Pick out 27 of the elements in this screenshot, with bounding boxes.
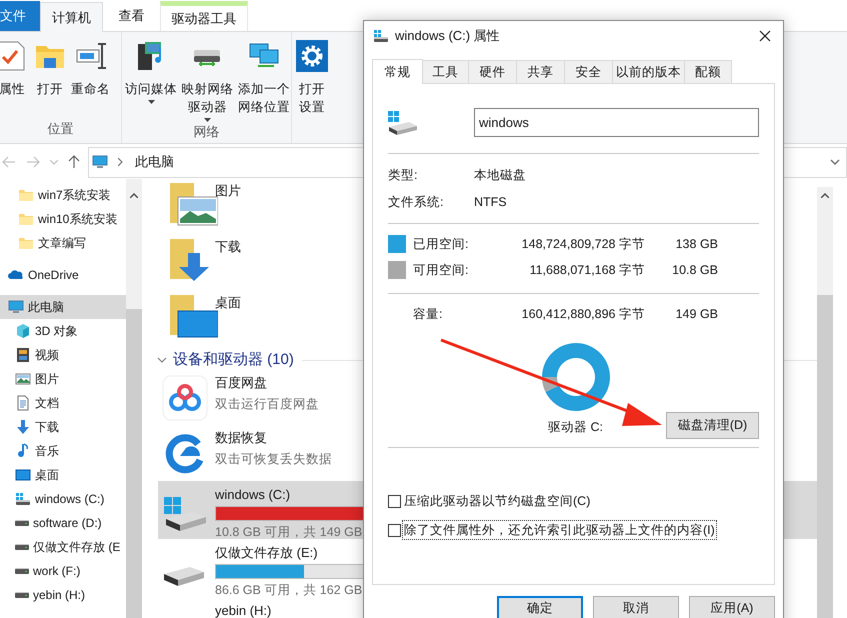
device-name: 仅做文件存放 (E:) [215,545,318,561]
device-subtitle: 双击可恢复丢失数据 [215,451,332,468]
group-label: 网络 [192,123,220,141]
drive-free-space: 86.6 GB 可用，共 162 GB [215,582,362,599]
device-name: 数据恢复 [215,430,267,446]
size-value: 149 GB [674,306,718,323]
device-subtitle: 双击运行百度网盘 [215,396,319,413]
drive-free-space: 10.8 GB 可用，共 149 GB [215,524,362,541]
byte-count: 148,724,809,728 字节 [520,236,645,253]
group-label: 位置 [46,120,74,138]
drive-label: 驱动器 C: [548,419,603,436]
field-value: 本地磁盘 [474,167,526,184]
field-label: 可用空间: [413,262,470,279]
byte-count: 160,412,880,896 字节 [520,306,645,323]
field-label: 文件系统: [388,194,444,212]
device-name: 百度网盘 [215,375,267,391]
field-label: 类型: [388,167,418,184]
size-value: 138 GB [674,236,718,253]
window-title: windows (C:) 属性 [395,27,500,46]
address-path: 此电脑 [135,153,174,172]
device-name: windows (C:) [215,487,290,503]
field-label: 容量: [413,306,444,323]
field-value: NTFS [474,194,507,212]
field-label: 已用空间: [413,236,470,253]
byte-count: 11,688,071,168 字节 [528,262,645,279]
size-value: 10.8 GB [671,262,718,279]
section-header: 设备和驱动器 (10) [173,350,294,370]
